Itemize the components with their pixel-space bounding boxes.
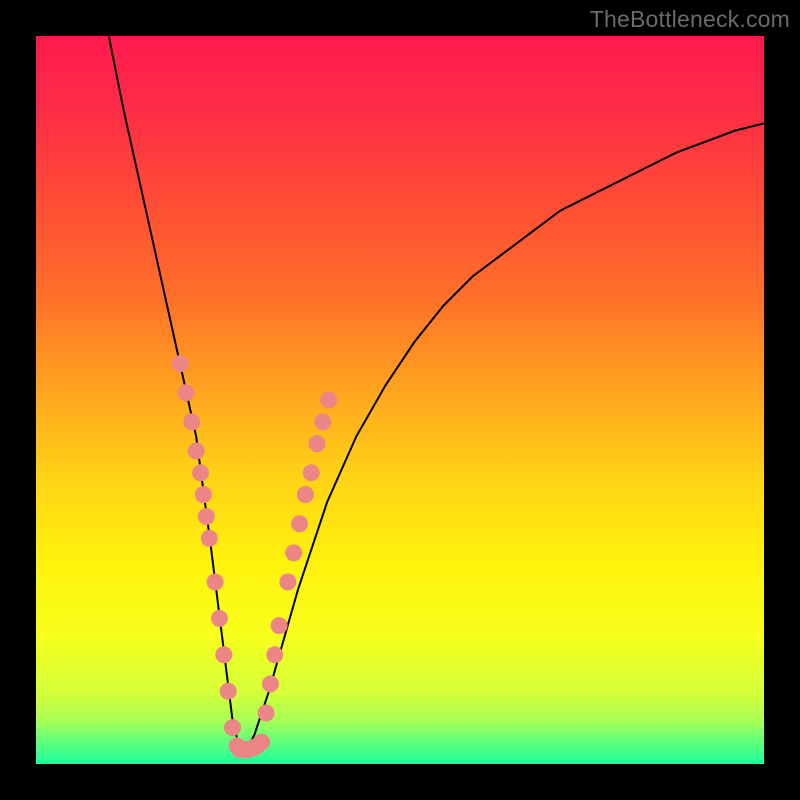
data-dot (215, 646, 232, 663)
data-dot (220, 683, 237, 700)
data-dot (297, 486, 314, 503)
data-dot (224, 719, 241, 736)
data-dots (172, 355, 338, 758)
data-dot (271, 617, 288, 634)
watermark-text: TheBottleneck.com (590, 6, 790, 33)
data-dot (172, 355, 189, 372)
data-dot (309, 435, 326, 452)
data-dot (201, 530, 218, 547)
data-dot (266, 646, 283, 663)
data-dot (262, 675, 279, 692)
curve-layer (36, 36, 764, 764)
data-dot (285, 544, 302, 561)
data-dot (183, 413, 200, 430)
bottleneck-curve (109, 36, 764, 749)
data-dot (303, 464, 320, 481)
data-dot (188, 442, 205, 459)
data-dot (320, 392, 337, 409)
data-dot (279, 574, 296, 591)
data-dot (198, 508, 215, 525)
data-dot (314, 413, 331, 430)
data-dot (258, 705, 275, 722)
data-dot (291, 515, 308, 532)
plot-area (36, 36, 764, 764)
data-dot (195, 486, 212, 503)
data-dot (211, 610, 228, 627)
data-dot (177, 384, 194, 401)
chart-frame: TheBottleneck.com (0, 0, 800, 800)
data-dot (253, 734, 270, 751)
data-dot (192, 464, 209, 481)
data-dot (207, 574, 224, 591)
